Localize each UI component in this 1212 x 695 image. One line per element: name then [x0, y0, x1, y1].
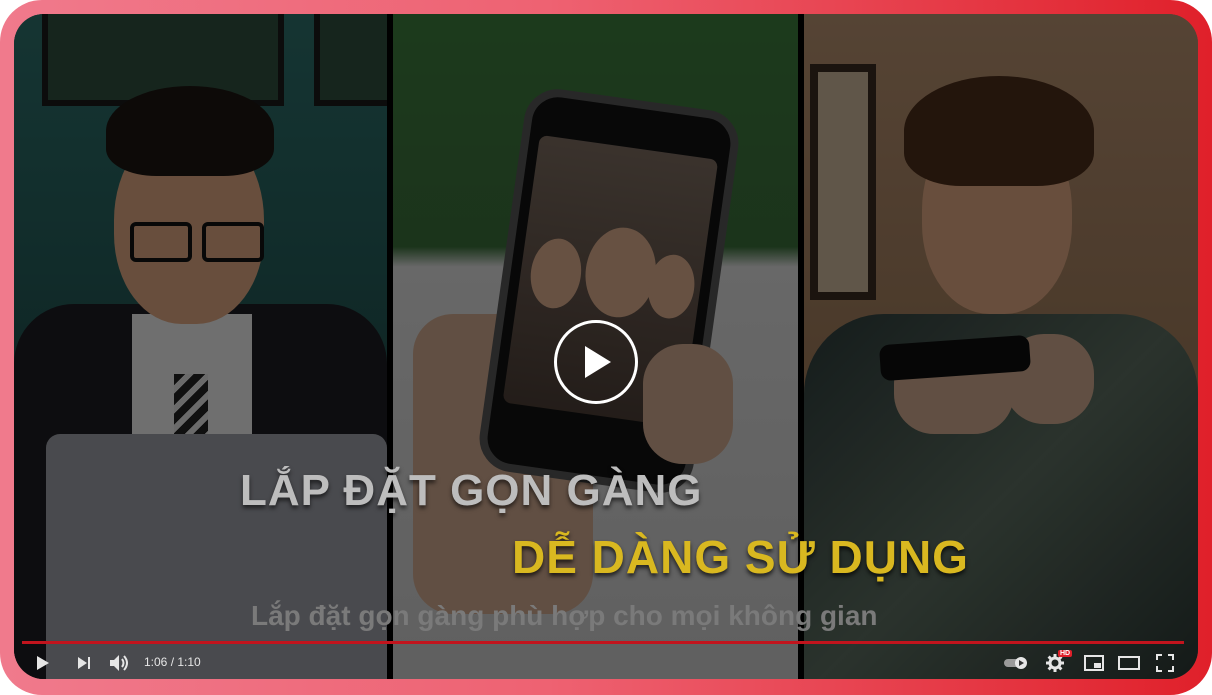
next-button[interactable]: [74, 653, 94, 673]
video-subtitle: Lắp đặt gọn gàng phù hợp cho mọi không g…: [251, 600, 878, 631]
next-icon: [78, 657, 90, 669]
headline-line-2: DỄ DÀNG SỬ DỤNG: [512, 531, 969, 583]
miniplayer-button[interactable]: [1082, 653, 1106, 673]
headline-line-1: LẮP ĐẶT GỌN GÀNG: [240, 466, 703, 515]
time-separator: /: [167, 655, 178, 669]
progress-fill: [22, 641, 1118, 644]
hd-badge: HD: [1058, 650, 1073, 657]
play-icon: [37, 656, 49, 670]
video-player[interactable]: LẮP ĐẶT GỌN GÀNG DỄ DÀNG SỬ DỤNG Lắp đặt…: [14, 14, 1198, 679]
current-time: 1:06: [144, 655, 168, 669]
autoplay-toggle[interactable]: [1002, 654, 1030, 672]
autoplay-toggle-icon: [1004, 657, 1027, 669]
play-button[interactable]: [32, 653, 54, 673]
fullscreen-icon: [1156, 654, 1174, 672]
big-play-button[interactable]: [554, 320, 638, 404]
duration: 1:10: [177, 655, 201, 669]
theater-icon: [1118, 656, 1140, 670]
theater-mode-button[interactable]: [1116, 653, 1142, 673]
control-bar: 1:06 / 1:10 HD: [14, 647, 1198, 679]
miniplayer-icon: [1084, 655, 1104, 671]
volume-icon: [110, 655, 128, 671]
play-icon: [585, 346, 611, 378]
volume-button[interactable]: [108, 652, 132, 674]
fullscreen-button[interactable]: [1154, 653, 1176, 673]
time-display: 1:06 / 1:10: [144, 655, 201, 669]
red-border-frame: LẮP ĐẶT GỌN GÀNG DỄ DÀNG SỬ DỤNG Lắp đặt…: [0, 0, 1212, 695]
progress-bar[interactable]: [22, 641, 1184, 644]
